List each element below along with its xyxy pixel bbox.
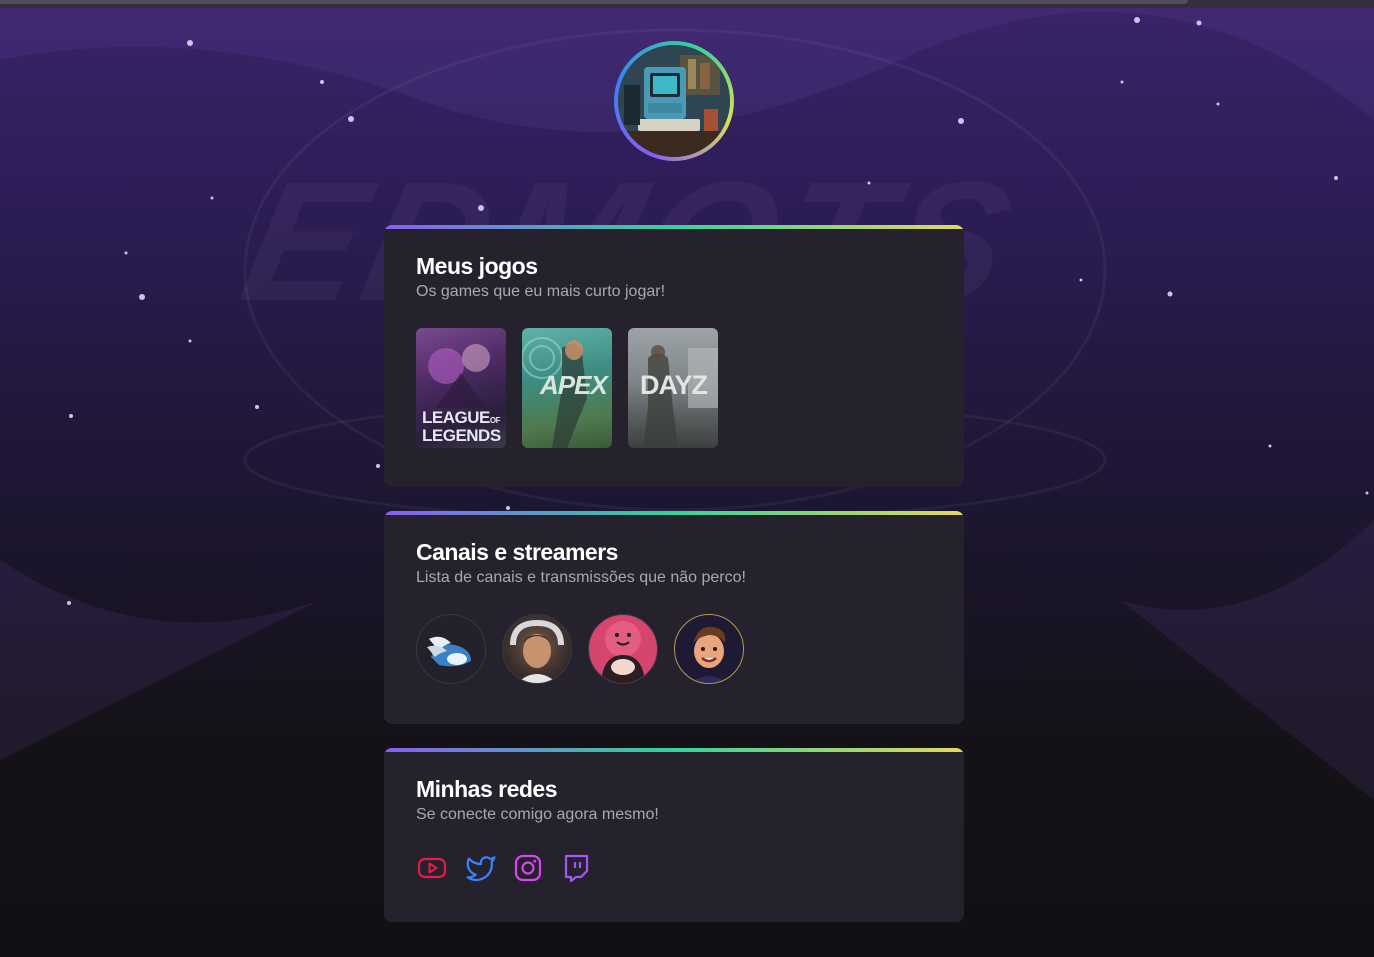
cartoon-face-icon	[691, 626, 727, 683]
social-card: Minhas redes Se conecte comigo agora mes…	[384, 748, 964, 922]
instagram-link[interactable]	[512, 852, 544, 884]
apex-logo: APEX	[540, 370, 608, 400]
social-subtitle: Se conecte comigo agora mesmo!	[416, 806, 659, 823]
youtube-link[interactable]	[416, 852, 448, 884]
twitch-link[interactable]	[560, 852, 592, 884]
streamers-subtitle: Lista de canais e transmissões que não p…	[416, 569, 746, 586]
game-league-of-legends[interactable]: LEAGUEOF LEGENDS	[416, 328, 506, 448]
youtube-icon	[417, 857, 447, 879]
dayz-logo: DAYZ	[640, 370, 708, 400]
streamer-face-icon	[510, 619, 564, 683]
retro-computer-icon	[618, 45, 730, 157]
streamer-avatar-1[interactable]	[416, 614, 486, 684]
league-logo: LEAGUEOF LEGENDS	[422, 408, 501, 445]
league-logo-line2: LEGENDS	[422, 426, 501, 445]
league-logo-of: OF	[489, 416, 501, 425]
twitter-icon	[466, 856, 496, 882]
twitch-icon	[564, 854, 589, 883]
smiley-mask-icon	[601, 621, 645, 683]
streamers-title: Canais e streamers	[416, 539, 618, 565]
streamer-avatar-2[interactable]	[502, 614, 572, 684]
top-scrollbar[interactable]	[0, 0, 1374, 8]
games-title: Meus jogos	[416, 253, 538, 279]
game-dayz[interactable]: DAYZ	[628, 328, 718, 448]
games-card: Meus jogos Os games que eu mais curto jo…	[384, 225, 964, 487]
profile-avatar	[614, 41, 734, 161]
winged-helmet-icon	[427, 636, 471, 667]
social-title: Minhas redes	[416, 776, 558, 802]
twitter-link[interactable]	[465, 852, 497, 884]
streamers-card: Canais e streamers Lista de canais e tra…	[384, 511, 964, 724]
instagram-icon	[514, 854, 542, 882]
avatar-image	[618, 45, 730, 157]
streamer-avatar-4[interactable]	[674, 614, 744, 684]
scrollbar-thumb[interactable]	[0, 0, 1188, 4]
game-apex-legends[interactable]: APEX	[522, 328, 612, 448]
league-logo-line1: LEAGUE	[422, 408, 490, 427]
streamer-avatar-3[interactable]	[588, 614, 658, 684]
games-subtitle: Os games que eu mais curto jogar!	[416, 283, 666, 300]
